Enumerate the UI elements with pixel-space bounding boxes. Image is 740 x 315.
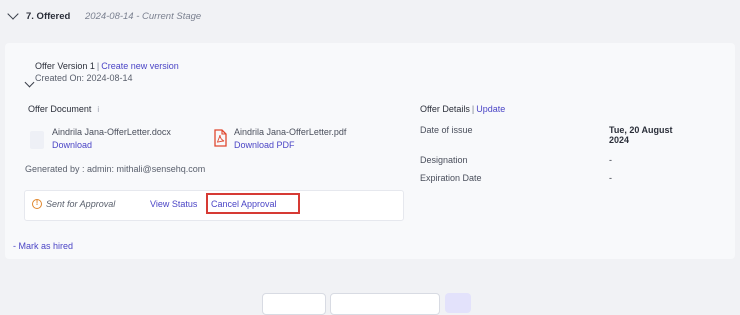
create-new-version-link[interactable]: Create new version: [101, 61, 179, 71]
date-of-issue-label: Date of issue: [420, 125, 473, 135]
offer-document-title: Offer Document i: [28, 104, 99, 114]
date-of-issue-value: Tue, 20 August 2024: [609, 125, 673, 145]
pdf-icon: [214, 129, 227, 147]
approval-status-text: Sent for Approval: [46, 199, 116, 209]
mark-as-hired-link[interactable]: - Mark as hired: [13, 241, 73, 251]
generated-by: Generated by : admin: mithali@sensehq.co…: [25, 164, 206, 174]
separator: |: [96, 61, 100, 71]
chevron-down-icon[interactable]: [24, 77, 35, 88]
designation-label: Designation: [420, 155, 468, 165]
info-icon[interactable]: i: [97, 105, 99, 114]
pdf-file-name: Aindrila Jana-OfferLetter.pdf: [234, 127, 347, 137]
date-of-issue-line1: Tue, 20 August: [609, 125, 673, 135]
footer-button[interactable]: [330, 293, 440, 315]
update-link[interactable]: Update: [476, 104, 505, 114]
document-icon: [30, 131, 44, 149]
offer-details-label: Offer Details: [420, 104, 470, 114]
offer-card-body: [10, 55, 730, 258]
footer-accent-button[interactable]: [445, 293, 471, 313]
date-of-issue-line2: 2024: [609, 135, 630, 145]
docx-file-name: Aindrila Jana-OfferLetter.docx: [52, 127, 171, 137]
created-on: Created On: 2024-08-14: [35, 73, 133, 83]
stage-meta: 2024-08-14 - Current Stage: [85, 11, 202, 22]
footer-button[interactable]: [262, 293, 326, 315]
version-title: Offer Version 1: [35, 61, 95, 71]
offer-version-label: Offer Version 1 | Create new version: [35, 61, 179, 71]
view-status-link[interactable]: View Status: [150, 199, 197, 209]
expiration-date-label: Expiration Date: [420, 173, 482, 183]
warning-icon: !: [32, 199, 42, 209]
expiration-date-value: -: [609, 173, 612, 183]
stage-title: 7. Offered: [26, 11, 71, 22]
download-pdf-link[interactable]: Download PDF: [234, 140, 295, 150]
chevron-down-icon[interactable]: [7, 8, 19, 20]
offer-details-title: Offer Details | Update: [420, 104, 505, 114]
separator: |: [471, 104, 475, 114]
designation-value: -: [609, 155, 612, 165]
cancel-approval-button[interactable]: Cancel Approval: [211, 199, 277, 209]
offer-document-label: Offer Document: [28, 104, 92, 114]
download-docx-link[interactable]: Download: [52, 140, 92, 150]
stage-header[interactable]: 7. Offered 2024-08-14 - Current Stage: [0, 0, 740, 38]
